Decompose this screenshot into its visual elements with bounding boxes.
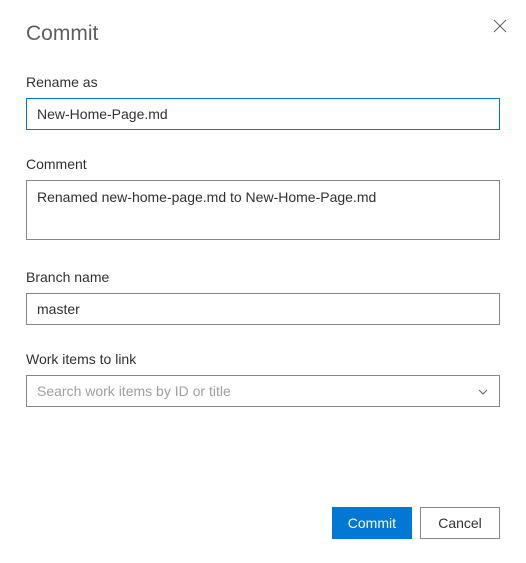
branch-input[interactable] — [26, 293, 500, 325]
comment-field-group: Comment Renamed new-home-page.md to New-… — [26, 156, 500, 243]
dialog-title: Commit — [26, 22, 500, 46]
branch-field-group: Branch name — [26, 269, 500, 325]
rename-label: Rename as — [26, 74, 500, 90]
rename-field-group: Rename as — [26, 74, 500, 130]
workitems-placeholder: Search work items by ID or title — [37, 383, 231, 399]
close-icon[interactable] — [492, 18, 508, 34]
rename-input[interactable] — [26, 98, 500, 130]
commit-button[interactable]: Commit — [332, 507, 412, 539]
workitems-field-group: Work items to link Search work items by … — [26, 351, 500, 407]
workitems-dropdown[interactable]: Search work items by ID or title — [26, 375, 500, 407]
comment-input[interactable]: Renamed new-home-page.md to New-Home-Pag… — [26, 180, 500, 240]
branch-label: Branch name — [26, 269, 500, 285]
dialog-footer: Commit Cancel — [332, 507, 500, 539]
workitems-label: Work items to link — [26, 351, 500, 367]
comment-label: Comment — [26, 156, 500, 172]
chevron-down-icon — [477, 385, 489, 397]
cancel-button[interactable]: Cancel — [420, 507, 500, 539]
